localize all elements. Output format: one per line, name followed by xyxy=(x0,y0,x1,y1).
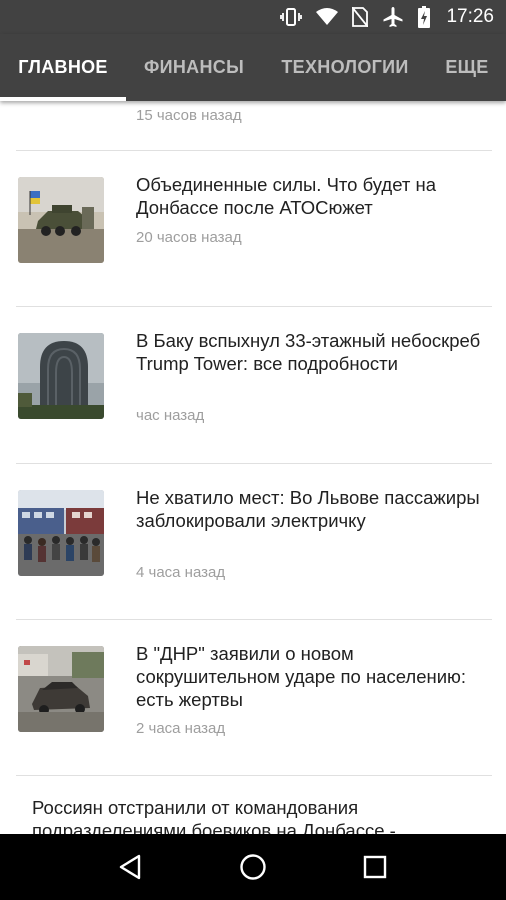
tab-technology[interactable]: ТЕХНОЛОГИИ xyxy=(262,34,428,101)
news-title-text-only[interactable]: Россиян отстранили от командования подра… xyxy=(32,796,472,834)
news-title: В "ДНР" заявили о новом сокрушительном у… xyxy=(136,643,467,710)
news-time: 20 часов назад xyxy=(136,229,242,246)
news-title: Объединенные силы. Что будет на Донбассе… xyxy=(136,174,437,218)
destroyed-car-photo xyxy=(18,646,104,732)
home-button[interactable] xyxy=(223,837,283,897)
status-time: 17:26 xyxy=(446,6,494,27)
tab-indicator xyxy=(0,97,126,101)
news-time: 15 часов назад xyxy=(136,107,242,124)
recents-button[interactable] xyxy=(345,837,405,897)
home-icon xyxy=(240,854,266,880)
wifi-icon xyxy=(316,8,339,26)
divider xyxy=(16,775,492,776)
recents-icon xyxy=(363,855,387,879)
tab-bar: ГЛАВНОЕ ФИНАНСЫ ТЕХНОЛОГИИ ЕЩЕ xyxy=(0,34,506,101)
status-bar: 17:26 xyxy=(0,0,506,34)
tab-main[interactable]: ГЛАВНОЕ xyxy=(0,34,126,101)
news-feed[interactable]: 15 часов назад Объединенные силы. Что бу… xyxy=(0,101,506,834)
news-thumbnail xyxy=(18,333,104,419)
back-button[interactable] xyxy=(101,837,161,897)
airplane-icon xyxy=(382,6,404,28)
news-time: 2 часа назад xyxy=(136,720,226,737)
news-item[interactable]: Не хватило мест: Во Львове пассажиры заб… xyxy=(0,464,506,619)
news-title: В Баку вспыхнул 33-этажный небоскреб Tru… xyxy=(136,330,481,374)
train-crowd-photo xyxy=(18,490,104,576)
tab-more[interactable]: ЕЩЕ xyxy=(428,34,506,101)
battery-charging-icon xyxy=(418,6,431,28)
vibrate-icon xyxy=(280,7,303,27)
news-item[interactable]: В Баку вспыхнул 33-этажный небоскреб Tru… xyxy=(0,307,506,462)
tab-finance[interactable]: ФИНАНСЫ xyxy=(126,34,262,101)
navigation-bar xyxy=(0,834,506,900)
news-time: час назад xyxy=(136,407,205,424)
news-title: Не хватило мест: Во Львове пассажиры заб… xyxy=(136,487,480,531)
news-item[interactable]: В "ДНР" заявили о новом сокрушительном у… xyxy=(0,620,506,775)
back-icon xyxy=(119,854,141,880)
tower-photo xyxy=(18,333,104,419)
news-thumbnail xyxy=(18,177,104,263)
news-item[interactable]: Объединенные силы. Что будет на Донбассе… xyxy=(0,151,506,306)
no-sim-icon xyxy=(352,7,369,27)
news-thumbnail xyxy=(18,490,104,576)
news-thumbnail xyxy=(18,646,104,732)
news-time: 4 часа назад xyxy=(136,564,226,581)
military-vehicle-photo xyxy=(18,177,104,263)
